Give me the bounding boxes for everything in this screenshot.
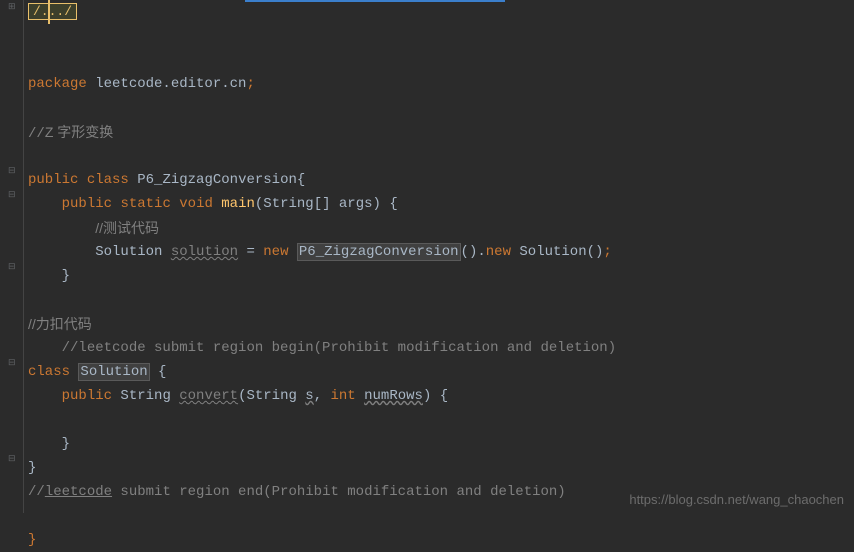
type: Solution — [95, 244, 162, 260]
fold-minus-icon[interactable]: ⊟ — [8, 190, 16, 200]
keyword: class — [87, 172, 129, 188]
code-line[interactable]: } — [28, 264, 854, 288]
fold-close-icon[interactable]: ⊟ — [8, 262, 16, 272]
keyword: new — [263, 244, 288, 260]
code-line[interactable]: //leetcode submit region begin(Prohibit … — [28, 336, 854, 360]
code-line[interactable]: Solution solution = new P6_ZigzagConvers… — [28, 240, 854, 264]
code-line[interactable]: package leetcode.editor.cn; — [28, 72, 854, 96]
keyword: static — [120, 196, 170, 212]
comment-text: Z 字形变换 — [45, 124, 113, 140]
code-line[interactable]: //测试代码 — [28, 216, 854, 240]
code-line[interactable] — [28, 408, 854, 432]
comment: //力扣代码 — [28, 316, 92, 332]
param: s — [305, 388, 313, 404]
code-area[interactable]: /.../ package leetcode.editor.cn; //Z 字形… — [24, 0, 854, 513]
change-marker — [48, 0, 50, 24]
gutter[interactable]: ⊞ ⊟ ⊟ ⊟ ⊟ ⊟ — [0, 0, 24, 513]
code-line[interactable]: } — [28, 432, 854, 456]
class-ref-highlight: P6_ZigzagConversion — [297, 243, 461, 261]
keyword: class — [28, 364, 70, 380]
comment: // — [28, 126, 45, 142]
fold-plus-icon[interactable]: ⊞ — [8, 2, 16, 12]
fold-minus-icon[interactable]: ⊟ — [8, 166, 16, 176]
code-line[interactable] — [28, 48, 854, 72]
watermark-text: https://blog.csdn.net/wang_chaochen — [629, 492, 844, 507]
comment: //测试代码 — [95, 220, 159, 236]
code-line[interactable]: public class P6_ZigzagConversion{ — [28, 168, 854, 192]
keyword: public — [62, 388, 112, 404]
code-line[interactable]: class Solution { — [28, 360, 854, 384]
code-line[interactable] — [28, 96, 854, 120]
code-line[interactable]: } — [28, 528, 854, 552]
package-name: leetcode.editor.cn — [95, 76, 246, 92]
keyword: int — [331, 388, 356, 404]
comment: submit region end(Prohibit modification … — [112, 484, 566, 500]
keyword: public — [28, 172, 78, 188]
code-line[interactable] — [28, 24, 854, 48]
code-line[interactable] — [28, 288, 854, 312]
method-name: convert — [179, 388, 238, 404]
comment: //leetcode submit region begin(Prohibit … — [62, 340, 617, 356]
code-line[interactable] — [28, 504, 854, 528]
method-name: main — [221, 196, 255, 212]
code-line[interactable]: public static void main(String[] args) { — [28, 192, 854, 216]
keyword: public — [62, 196, 112, 212]
keyword: void — [179, 196, 213, 212]
code-line[interactable]: } — [28, 456, 854, 480]
class-name: P6_ZigzagConversion — [137, 172, 297, 188]
code-editor[interactable]: ⊞ ⊟ ⊟ ⊟ ⊟ ⊟ /.../ package leetcode.edito… — [0, 0, 854, 513]
code-line[interactable]: //Z 字形变换 — [28, 120, 854, 144]
param: numRows — [364, 388, 423, 404]
code-line[interactable] — [28, 144, 854, 168]
fold-minus-icon[interactable]: ⊟ — [8, 358, 16, 368]
class-name-highlight: Solution — [78, 363, 149, 381]
code-line[interactable]: /.../ — [28, 0, 854, 24]
variable: solution — [171, 244, 238, 260]
folded-region[interactable]: /.../ — [28, 3, 77, 20]
fold-close-icon[interactable]: ⊟ — [8, 454, 16, 464]
keyword-package: package — [28, 76, 87, 92]
code-line[interactable]: public String convert(String s, int numR… — [28, 384, 854, 408]
code-line[interactable]: //力扣代码 — [28, 312, 854, 336]
keyword: new — [486, 244, 511, 260]
